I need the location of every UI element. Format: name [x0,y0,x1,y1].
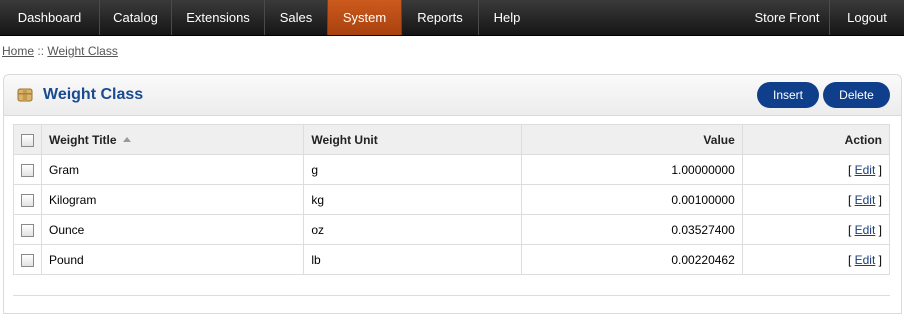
breadcrumb-separator: :: [37,44,45,58]
menu-reports[interactable]: Reports [402,0,479,35]
row-checkbox[interactable] [21,253,34,267]
row-select-cell [13,214,42,245]
edit-link[interactable]: Edit [855,193,876,207]
header-weight-title-label[interactable]: Weight Title [49,133,117,147]
menu-store-front[interactable]: Store Front [745,0,830,35]
select-all-cell [13,124,42,155]
cell-value: 0.00100000 [520,184,743,215]
action-bracket-close: ] [878,222,882,237]
cell-unit: oz [303,214,522,245]
action-bracket-close: ] [878,252,882,267]
menu-system[interactable]: System [328,0,402,35]
row-checkbox[interactable] [21,223,34,237]
row-select-cell [13,184,42,215]
action-bracket-open: [ [847,192,852,207]
action-bracket-open: [ [847,222,852,237]
table-row: Ounce oz 0.03527400 [ Edit ] [13,214,891,245]
cell-title: Pound [40,244,305,275]
breadcrumb-home[interactable]: Home [2,44,34,58]
sort-asc-icon [122,136,131,142]
menu-catalog[interactable]: Catalog [100,0,172,35]
action-bracket-open: [ [847,252,852,267]
table-row: Pound lb 0.00220462 [ Edit ] [13,244,891,275]
table-row: Gram g 1.00000000 [ Edit ] [13,154,891,185]
header-value[interactable]: Value [520,124,743,155]
cell-value: 0.00220462 [520,244,743,275]
header-weight-unit[interactable]: Weight Unit [303,124,522,155]
delete-button[interactable]: Delete [823,82,890,108]
table-row: Kilogram kg 0.00100000 [ Edit ] [13,184,891,215]
cell-unit: kg [303,184,522,215]
edit-link[interactable]: Edit [855,253,876,267]
weight-class-table: Weight Title Weight Unit Value Action Gr… [13,124,891,275]
row-checkbox[interactable] [21,193,34,207]
page-title: Weight Class [43,86,144,103]
cell-unit: lb [303,244,522,275]
divider [13,295,890,296]
menu-extensions[interactable]: Extensions [172,0,265,35]
cell-title: Kilogram [40,184,305,215]
breadcrumb: Home :: Weight Class [2,44,118,58]
top-menu: Dashboard Catalog Extensions Sales Syste… [0,0,904,36]
cell-value: 0.03527400 [520,214,743,245]
action-bracket-close: ] [878,162,882,177]
cell-title: Ounce [40,214,305,245]
row-checkbox[interactable] [21,163,34,177]
row-select-cell [13,244,42,275]
menu-logout[interactable]: Logout [830,0,904,35]
select-all-checkbox[interactable] [21,133,34,147]
action-bracket-close: ] [878,192,882,207]
cell-action: [ Edit ] [741,214,891,245]
breadcrumb-current[interactable]: Weight Class [47,44,117,58]
edit-link[interactable]: Edit [855,223,876,237]
action-bracket-open: [ [847,162,852,177]
menu-dashboard[interactable]: Dashboard [0,0,100,35]
header-action: Action [741,124,891,155]
table-header-row: Weight Title Weight Unit Value Action [13,124,891,155]
cell-action: [ Edit ] [741,154,891,185]
cell-title: Gram [40,154,305,185]
box-heading: Weight Class Insert Delete [4,75,901,116]
cell-action: [ Edit ] [741,184,891,215]
cell-unit: g [303,154,522,185]
cell-action: [ Edit ] [741,244,891,275]
box-icon [17,87,33,103]
row-select-cell [13,154,42,185]
edit-link[interactable]: Edit [855,163,876,177]
menu-help[interactable]: Help [479,0,535,35]
menu-sales[interactable]: Sales [265,0,328,35]
cell-value: 1.00000000 [520,154,743,185]
insert-button[interactable]: Insert [757,82,819,108]
header-weight-title[interactable]: Weight Title [40,124,305,155]
